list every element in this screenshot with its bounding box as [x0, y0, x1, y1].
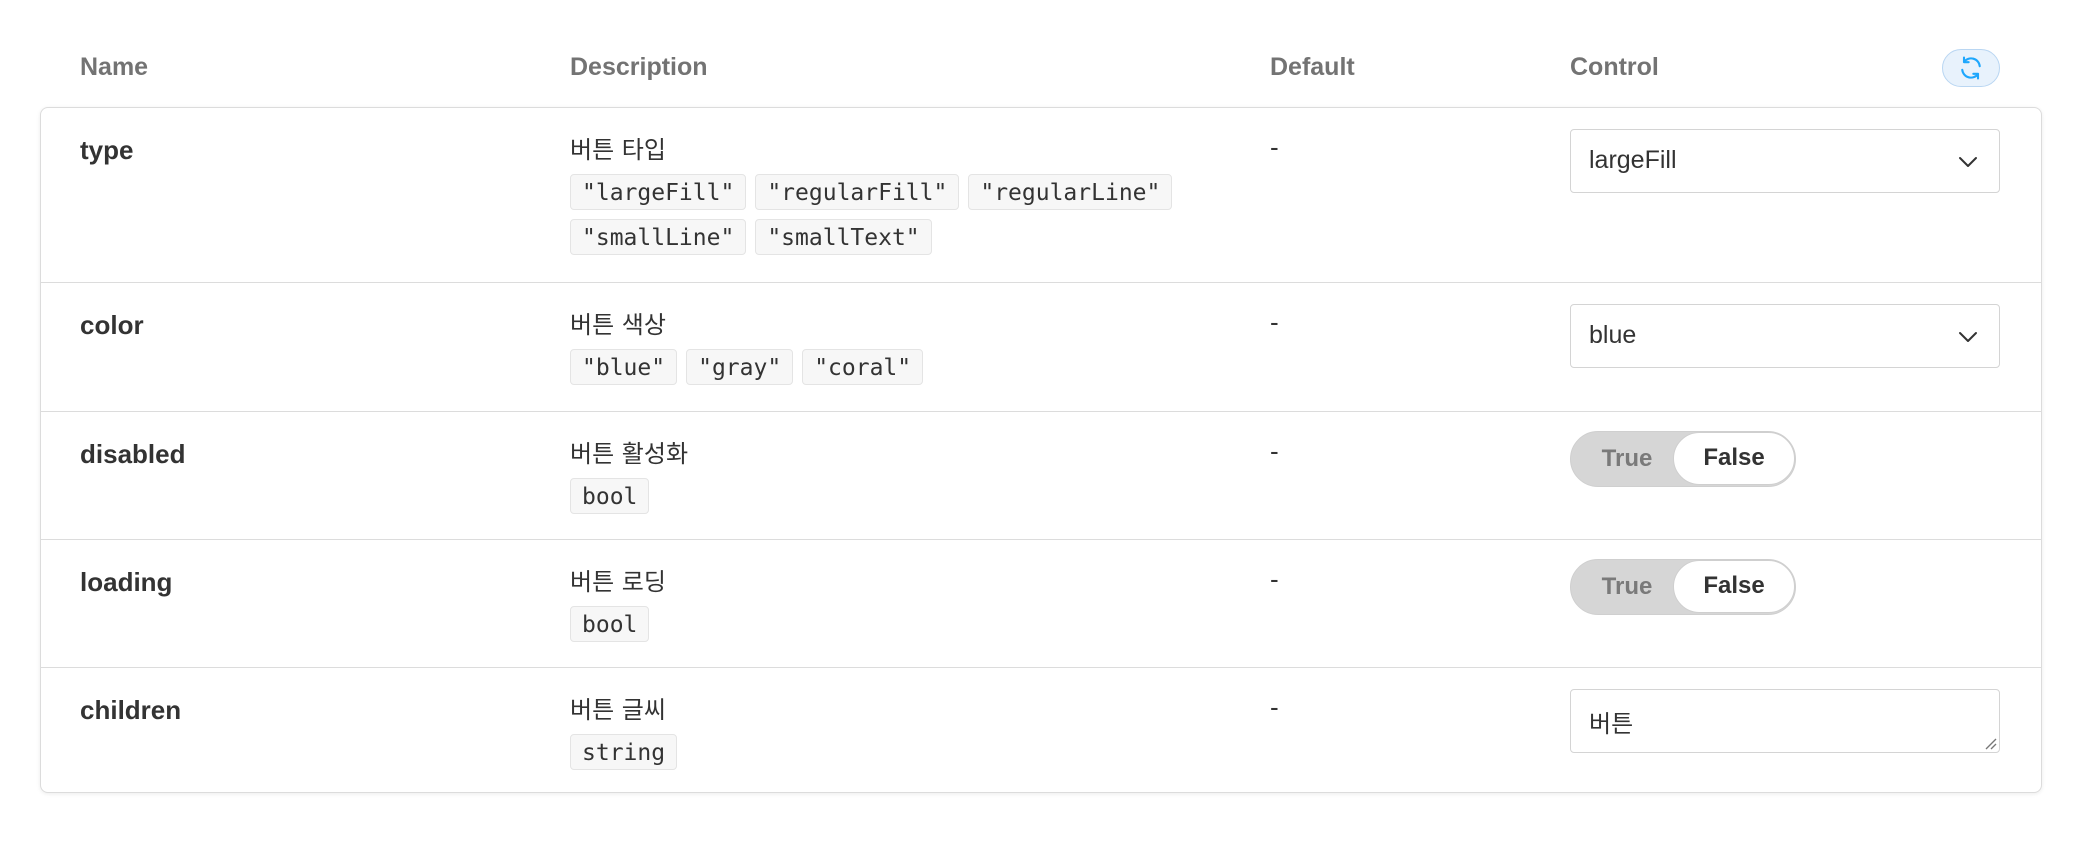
column-header-default: Default	[1270, 53, 1355, 81]
selected-value: largeFill	[1589, 146, 1677, 174]
arg-name: disabled	[80, 439, 186, 469]
value-chips: bool	[570, 478, 1250, 514]
disabled-toggle[interactable]: True False	[1570, 431, 1796, 487]
resize-grip-icon[interactable]	[1983, 736, 1997, 750]
reset-controls-button[interactable]	[1942, 49, 2000, 87]
arg-description: 버튼 타입 "largeFill" "regularFill" "regular…	[570, 134, 1250, 255]
value-chip: "largeFill"	[570, 174, 747, 210]
default-value: -	[1270, 132, 1279, 162]
table-header: Name Description Default Control	[0, 0, 2076, 108]
loading-toggle[interactable]: True False	[1570, 559, 1796, 615]
selected-value: blue	[1589, 321, 1637, 349]
column-header-control: Control	[1570, 53, 1659, 81]
description-text: 버튼 타입	[570, 136, 666, 164]
value-chips: bool	[570, 606, 1250, 642]
arg-description: 버튼 로딩 bool	[570, 566, 1250, 642]
column-header-name: Name	[80, 53, 149, 81]
default-value: -	[1270, 564, 1279, 594]
arg-name: color	[80, 310, 144, 340]
arg-description: 버튼 글씨 string	[570, 694, 1250, 770]
table-row: type 버튼 타입 "largeFill" "regularFill" "re…	[41, 108, 2041, 283]
arg-description: 버튼 활성화 bool	[570, 438, 1250, 514]
value-chip: bool	[570, 478, 650, 514]
input-value: 버튼	[1589, 710, 1634, 738]
value-chip: "gray"	[686, 349, 794, 385]
value-chips: "largeFill" "regularFill" "regularLine" …	[570, 174, 1250, 255]
arg-name: type	[80, 135, 134, 165]
value-chip: "smallText"	[755, 219, 932, 255]
description-text: 버튼 색상	[570, 311, 666, 339]
value-chip: "regularFill"	[755, 174, 960, 210]
arg-name: loading	[80, 567, 173, 597]
column-header-description: Description	[570, 53, 708, 81]
default-value: -	[1270, 436, 1279, 466]
color-select[interactable]: blue	[1570, 304, 2000, 368]
type-select[interactable]: largeFill	[1570, 129, 2000, 193]
arg-description: 버튼 색상 "blue" "gray" "coral"	[570, 309, 1250, 385]
toggle-option-false[interactable]: False	[1673, 432, 1795, 485]
table-row: color 버튼 색상 "blue" "gray" "coral" - blue	[41, 283, 2041, 412]
toggle-option-true[interactable]: True	[1571, 432, 1683, 485]
description-text: 버튼 활성화	[570, 440, 689, 468]
toggle-option-true[interactable]: True	[1571, 560, 1683, 613]
chevron-down-icon	[1959, 332, 1977, 342]
refresh-icon	[1961, 56, 1981, 80]
default-value: -	[1270, 307, 1279, 337]
chevron-down-icon	[1959, 157, 1977, 167]
value-chip: "blue"	[570, 349, 678, 385]
arg-name: children	[80, 695, 182, 725]
description-text: 버튼 로딩	[570, 568, 666, 596]
value-chip: bool	[570, 606, 650, 642]
description-text: 버튼 글씨	[570, 696, 666, 724]
children-text-input[interactable]: 버튼	[1570, 689, 2000, 753]
table-row: disabled 버튼 활성화 bool - True False	[41, 412, 2041, 540]
args-table: Name Description Default Control type 버튼…	[0, 0, 2076, 850]
value-chip: "smallLine"	[570, 219, 747, 255]
value-chip: string	[570, 734, 678, 770]
value-chip: "regularLine"	[968, 174, 1173, 210]
table-body: type 버튼 타입 "largeFill" "regularFill" "re…	[40, 107, 2042, 793]
table-row: children 버튼 글씨 string - 버튼	[41, 668, 2041, 793]
value-chip: "coral"	[802, 349, 924, 385]
default-value: -	[1270, 692, 1279, 722]
value-chips: string	[570, 734, 1250, 770]
toggle-option-false[interactable]: False	[1673, 560, 1795, 613]
table-row: loading 버튼 로딩 bool - True False	[41, 540, 2041, 668]
value-chips: "blue" "gray" "coral"	[570, 349, 1250, 385]
